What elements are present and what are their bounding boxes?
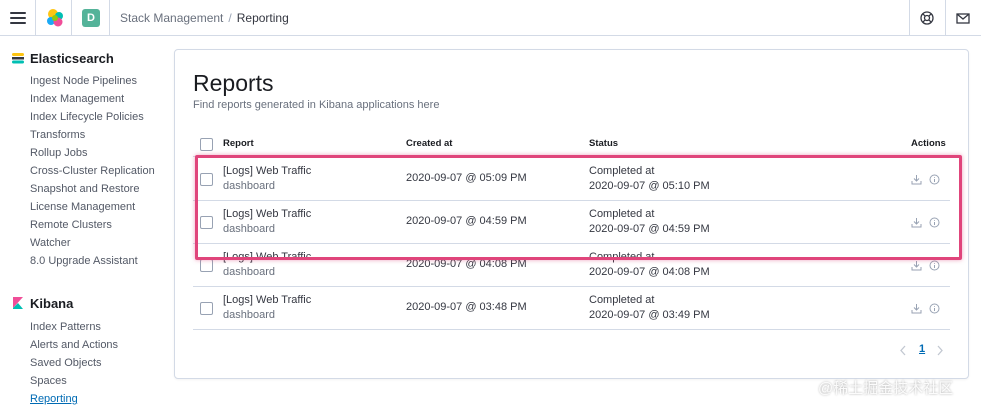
sidebar-item-license-management[interactable]: License Management xyxy=(30,198,155,216)
header-divider xyxy=(945,0,946,36)
sidebar-section-title: Kibana xyxy=(30,296,74,311)
status-time: 2020-09-07 @ 04:08 PM xyxy=(589,266,710,278)
breadcrumb-reporting: Reporting xyxy=(236,11,289,25)
sidebar-item-saved-objects[interactable]: Saved Objects xyxy=(30,354,118,372)
sidebar-item-index-patterns[interactable]: Index Patterns xyxy=(30,318,118,336)
sidebar-item-index-lifecycle-policies[interactable]: Index Lifecycle Policies xyxy=(30,108,155,126)
elastic-logo[interactable] xyxy=(44,7,66,29)
highlight-box xyxy=(195,155,962,260)
chevron-left-icon[interactable] xyxy=(899,345,907,356)
space-avatar[interactable]: D xyxy=(82,9,100,27)
column-header-report[interactable]: Report xyxy=(223,138,254,149)
chevron-right-icon[interactable] xyxy=(936,345,944,356)
kibana-icon xyxy=(13,297,23,309)
header-divider xyxy=(109,0,110,36)
page-title: Reports xyxy=(193,70,274,96)
sidebar-nav: Elasticsearch Ingest Node Pipelines Inde… xyxy=(0,37,175,405)
column-header-actions: Actions xyxy=(911,138,946,149)
info-icon[interactable] xyxy=(929,303,940,314)
breadcrumb: Stack Management / Reporting xyxy=(120,11,289,25)
breadcrumb-stack-management[interactable]: Stack Management xyxy=(120,11,223,25)
hamburger-icon[interactable] xyxy=(10,10,26,26)
status-text: Completed at xyxy=(589,294,655,306)
report-type: dashboard xyxy=(223,266,275,278)
created-at: 2020-09-07 @ 03:48 PM xyxy=(406,301,527,313)
sidebar-section-title: Elasticsearch xyxy=(30,51,114,66)
sidebar-item-ingest-node-pipelines[interactable]: Ingest Node Pipelines xyxy=(30,72,155,90)
watermark-text: @稀土掘金技术社区 xyxy=(818,380,954,397)
sidebar-item-reporting[interactable]: Reporting xyxy=(30,390,118,408)
row-divider xyxy=(193,286,950,287)
sidebar-item-watcher[interactable]: Watcher xyxy=(30,234,155,252)
sidebar-section-elasticsearch: Elasticsearch xyxy=(12,51,114,66)
pagination-page-1[interactable]: 1 xyxy=(919,343,925,355)
breadcrumb-separator: / xyxy=(228,11,232,25)
info-icon[interactable] xyxy=(929,260,940,271)
sidebar-item-rollup-jobs[interactable]: Rollup Jobs xyxy=(30,144,155,162)
status-time: 2020-09-07 @ 03:49 PM xyxy=(589,309,710,321)
row-divider xyxy=(193,329,950,330)
sidebar-list-elasticsearch: Ingest Node Pipelines Index Management I… xyxy=(30,72,155,270)
column-header-created-at[interactable]: Created at xyxy=(406,138,452,149)
help-icon[interactable] xyxy=(919,10,935,26)
row-checkbox[interactable] xyxy=(200,259,213,272)
mail-icon[interactable] xyxy=(955,10,971,26)
sidebar-item-transforms[interactable]: Transforms xyxy=(30,126,155,144)
elasticsearch-icon xyxy=(12,53,24,64)
sidebar-item-upgrade-assistant[interactable]: 8.0 Upgrade Assistant xyxy=(30,252,155,270)
sidebar-item-spaces[interactable]: Spaces xyxy=(30,372,118,390)
top-header: D Stack Management / Reporting xyxy=(0,0,981,36)
report-type: dashboard xyxy=(223,309,275,321)
download-icon[interactable] xyxy=(911,260,922,271)
download-icon[interactable] xyxy=(911,303,922,314)
header-divider xyxy=(35,0,36,36)
header-divider xyxy=(909,0,910,36)
sidebar-section-kibana: Kibana xyxy=(12,296,73,311)
sidebar-item-alerts-and-actions[interactable]: Alerts and Actions xyxy=(30,336,118,354)
select-all-checkbox[interactable] xyxy=(200,138,213,151)
page-subtitle: Find reports generated in Kibana applica… xyxy=(193,99,440,111)
row-checkbox[interactable] xyxy=(200,302,213,315)
sidebar-item-cross-cluster-replication[interactable]: Cross-Cluster Replication xyxy=(30,162,155,180)
header-divider xyxy=(71,0,72,36)
sidebar-item-snapshot-and-restore[interactable]: Snapshot and Restore xyxy=(30,180,155,198)
report-title: [Logs] Web Traffic xyxy=(223,294,312,306)
sidebar-item-remote-clusters[interactable]: Remote Clusters xyxy=(30,216,155,234)
column-header-status[interactable]: Status xyxy=(589,138,618,149)
sidebar-item-index-management[interactable]: Index Management xyxy=(30,90,155,108)
sidebar-list-kibana: Index Patterns Alerts and Actions Saved … xyxy=(30,318,118,408)
